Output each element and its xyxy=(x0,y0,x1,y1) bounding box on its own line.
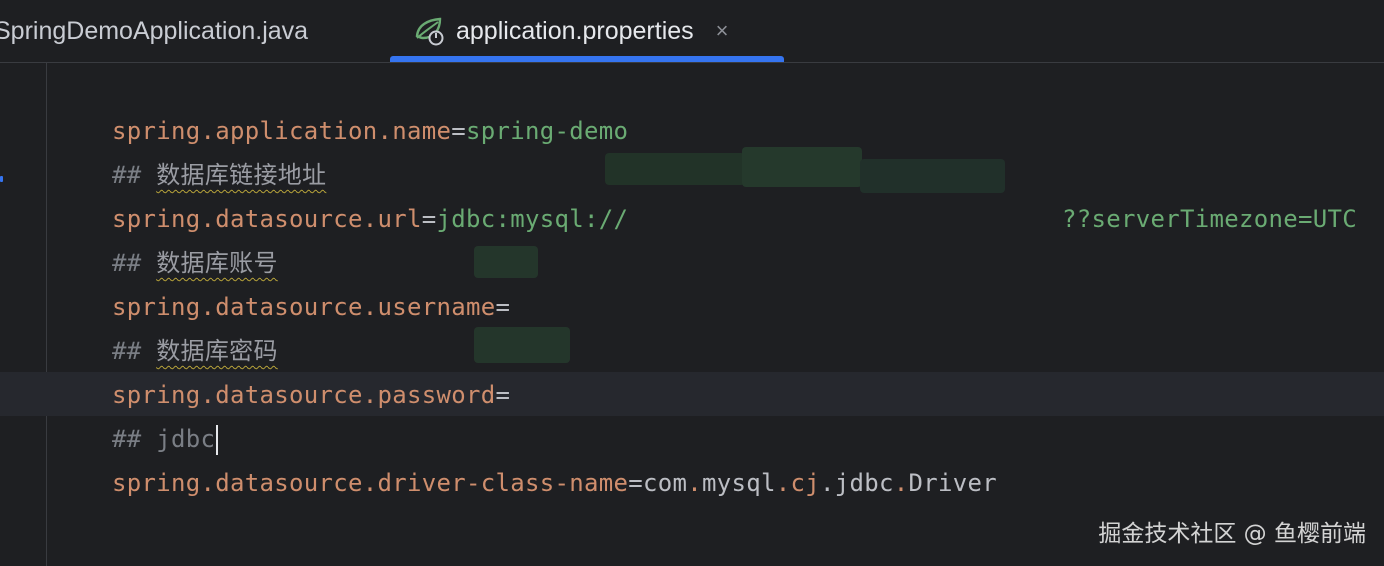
spring-leaf-icon xyxy=(414,16,446,46)
property-value: spring-demo xyxy=(465,117,629,145)
editor-tab-bar: SpringDemoApplication.java application.p… xyxy=(0,0,1384,63)
gutter-divider xyxy=(46,63,47,566)
value-part: com xyxy=(642,469,688,497)
value-dot: . xyxy=(687,469,702,497)
code-editor[interactable]: spring.application.name=spring-demo ## 数… xyxy=(0,63,1384,566)
value-dot: . xyxy=(775,469,791,497)
code-line[interactable]: ## 数据库链接地址 xyxy=(53,109,326,189)
code-line[interactable]: spring.datasource.driver-class-name=com.… xyxy=(53,417,997,497)
value-dot: . xyxy=(819,469,835,497)
value-part: cj xyxy=(790,469,820,497)
property-value-start: jdbc:mysql:// xyxy=(436,205,629,233)
code-line[interactable]: spring.datasource.password= xyxy=(53,329,510,409)
code-line[interactable]: ## 数据库账号 xyxy=(53,197,278,277)
property-key: spring.datasource.driver-class-name xyxy=(112,469,629,497)
equals-sign: = xyxy=(628,469,643,497)
code-line-current[interactable]: ## jdbc xyxy=(53,373,219,455)
redaction-mask xyxy=(860,159,1005,193)
equals-sign: = xyxy=(495,381,511,409)
redaction-mask xyxy=(474,246,538,278)
code-line-tail: ??serverTimezone=UTC xyxy=(1003,153,1357,233)
code-line[interactable]: ## 数据库密码 xyxy=(53,285,278,365)
change-marker xyxy=(0,176,3,182)
redaction-mask xyxy=(742,147,862,187)
active-tab-indicator xyxy=(390,56,784,62)
value-part: mysql xyxy=(701,469,776,497)
value-part: jdbc xyxy=(834,469,894,497)
tab-application-properties[interactable]: application.properties × xyxy=(392,0,784,62)
equals-sign: = xyxy=(495,293,511,321)
code-line[interactable]: spring.application.name=spring-demo xyxy=(53,65,628,145)
code-line[interactable]: spring.datasource.url=jdbc:mysql:// xyxy=(53,153,628,233)
tab-spring-demo-application[interactable]: SpringDemoApplication.java xyxy=(0,0,374,62)
redaction-mask xyxy=(474,327,570,363)
equals-sign: = xyxy=(421,205,437,233)
close-icon[interactable]: × xyxy=(716,20,729,42)
tab-label: application.properties xyxy=(456,16,694,45)
equals-sign: = xyxy=(451,117,466,145)
tab-label: SpringDemoApplication.java xyxy=(0,16,309,45)
property-value-end: ??serverTimezone=UTC xyxy=(1062,205,1357,233)
value-part: Driver xyxy=(908,469,997,497)
redaction-mask xyxy=(605,153,745,185)
value-dot: . xyxy=(893,469,909,497)
watermark: 掘金技术社区 @ 鱼樱前端 xyxy=(1098,521,1366,547)
code-line[interactable]: spring.datasource.username= xyxy=(53,241,510,321)
